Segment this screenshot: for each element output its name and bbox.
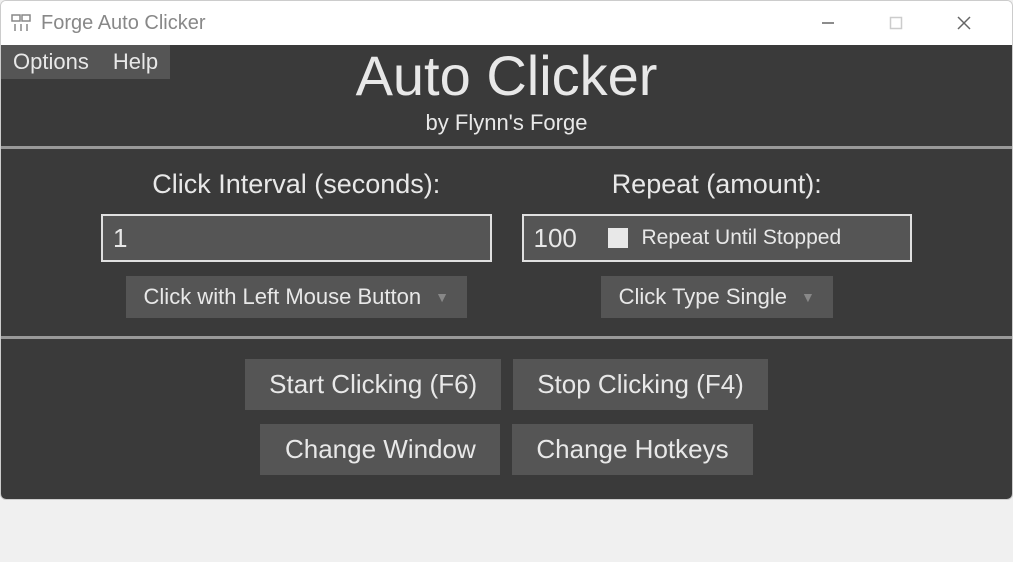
interval-column: Click Interval (seconds): Click with Lef… xyxy=(101,169,492,318)
start-clicking-button[interactable]: Start Clicking (F6) xyxy=(245,359,501,410)
titlebar: Forge Auto Clicker xyxy=(1,1,1012,45)
repeat-column: Repeat (amount): Repeat Until Stopped Cl… xyxy=(522,169,913,318)
mouse-button-dropdown[interactable]: Click with Left Mouse Button ▼ xyxy=(126,276,467,318)
controls-section: Click Interval (seconds): Click with Lef… xyxy=(1,149,1012,339)
interval-input[interactable] xyxy=(101,214,492,262)
window-controls xyxy=(808,8,1004,38)
app-icon xyxy=(9,11,33,35)
mouse-button-dropdown-label: Click with Left Mouse Button xyxy=(144,284,422,310)
maximize-button[interactable] xyxy=(876,8,916,38)
window-title: Forge Auto Clicker xyxy=(41,12,808,35)
change-window-button[interactable]: Change Window xyxy=(260,424,500,475)
button-section: Start Clicking (F6) Stop Clicking (F4) C… xyxy=(1,339,1012,499)
interval-label: Click Interval (seconds): xyxy=(152,169,440,200)
repeat-until-stopped-checkbox[interactable] xyxy=(608,228,628,248)
repeat-until-stopped-label: Repeat Until Stopped xyxy=(642,226,842,250)
menubar: Options Help xyxy=(1,45,170,79)
change-hotkeys-button[interactable]: Change Hotkeys xyxy=(512,424,752,475)
chevron-down-icon: ▼ xyxy=(435,289,449,305)
chevron-down-icon: ▼ xyxy=(801,289,815,305)
repeat-box: Repeat Until Stopped xyxy=(522,214,913,262)
menu-help[interactable]: Help xyxy=(101,45,170,79)
click-type-dropdown[interactable]: Click Type Single ▼ xyxy=(601,276,833,318)
app-subtitle: by Flynn's Forge xyxy=(1,110,1012,136)
menu-options[interactable]: Options xyxy=(1,45,101,79)
app-body: Options Help Auto Clicker by Flynn's For… xyxy=(1,45,1012,499)
close-button[interactable] xyxy=(944,8,984,38)
button-row-2: Change Window Change Hotkeys xyxy=(260,424,752,475)
repeat-input[interactable] xyxy=(534,223,594,254)
minimize-button[interactable] xyxy=(808,8,848,38)
repeat-label: Repeat (amount): xyxy=(612,169,822,200)
click-type-dropdown-label: Click Type Single xyxy=(619,284,787,310)
app-window: Forge Auto Clicker Options Help Auto Cli… xyxy=(0,0,1013,500)
button-row-1: Start Clicking (F6) Stop Clicking (F4) xyxy=(245,359,768,410)
stop-clicking-button[interactable]: Stop Clicking (F4) xyxy=(513,359,768,410)
